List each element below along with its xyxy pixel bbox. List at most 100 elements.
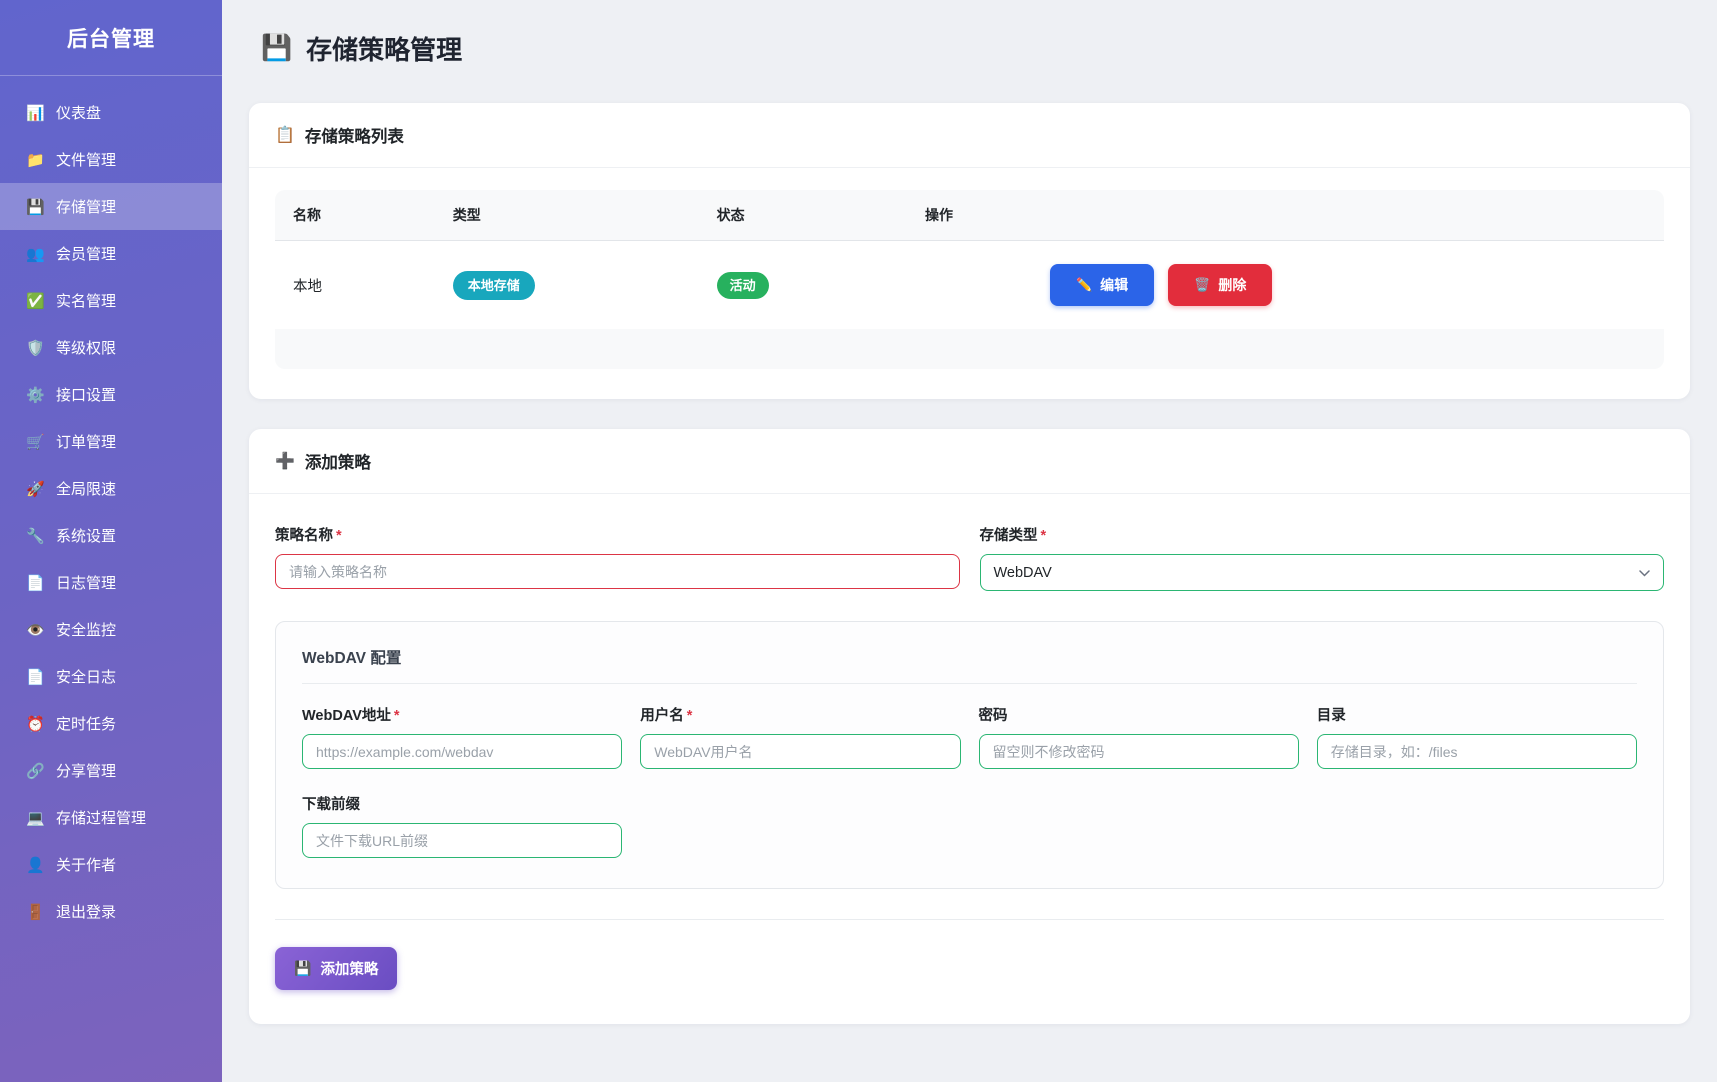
webdav-password-label: 密码 [979,704,1299,725]
sidebar-item-label: 全局限速 [56,478,116,499]
folder-icon: 📁 [26,151,45,169]
document-icon: 📄 [26,668,45,686]
sidebar-item-label: 文件管理 [56,149,116,170]
policy-name-label: 策略名称* [275,524,960,545]
policy-name-field: 策略名称* [275,524,960,591]
edit-button[interactable]: ✏️ 编辑 [1050,264,1154,306]
chart-icon: 📊 [26,104,45,122]
download-prefix-label: 下载前缀 [302,793,622,814]
pencil-icon: ✏️ [1076,277,1092,293]
row-actions: ✏️ 编辑 🗑️ 删除 [1050,264,1646,306]
required-asterisk: * [687,708,693,724]
add-policy-form: 策略名称* 存储类型* WebDAV WebDAV 配置 [249,494,1690,1024]
floppy-icon: 💾 [261,34,292,63]
check-icon: ✅ [26,292,45,310]
sidebar-item-label: 安全监控 [56,619,116,640]
sidebar-item-api-settings[interactable]: ⚙️ 接口设置 [0,371,222,418]
add-policy-title: 添加策略 [305,449,371,473]
sidebar-item-files[interactable]: 📁 文件管理 [0,136,222,183]
sidebar-item-label: 订单管理 [56,431,116,452]
policy-list-header: 📋 存储策略列表 [249,103,1690,168]
add-policy-header: ➕ 添加策略 [249,429,1690,494]
add-policy-button-label: 添加策略 [320,958,378,979]
webdav-directory-label: 目录 [1317,704,1637,725]
sidebar-item-members[interactable]: 👥 会员管理 [0,230,222,277]
policy-list-title: 存储策略列表 [305,123,404,147]
storage-type-field: 存储类型* WebDAV [980,524,1665,591]
webdav-address-input[interactable] [302,734,622,769]
sidebar-item-rate-limit[interactable]: 🚀 全局限速 [0,465,222,512]
sidebar: 后台管理 📊 仪表盘 📁 文件管理 💾 存储管理 👥 会员管理 ✅ 实名管理 🛡… [0,0,222,1082]
sidebar-item-label: 存储管理 [56,196,116,217]
sidebar-item-permissions[interactable]: 🛡️ 等级权限 [0,324,222,371]
add-policy-button[interactable]: 💾 添加策略 [275,947,397,990]
sidebar-item-stored-procedures[interactable]: 💻 存储过程管理 [0,794,222,841]
floppy-icon: 💾 [294,960,311,977]
storage-type-label: 存储类型* [980,524,1665,545]
webdav-directory-input[interactable] [1317,734,1637,769]
required-asterisk: * [394,708,400,724]
sidebar-item-system-settings[interactable]: 🔧 系统设置 [0,512,222,559]
laptop-icon: 💻 [26,809,45,827]
sidebar-item-security-logs[interactable]: 📄 安全日志 [0,653,222,700]
trash-icon: 🗑️ [1194,277,1210,293]
sidebar-item-label: 实名管理 [56,290,116,311]
sidebar-item-logs[interactable]: 📄 日志管理 [0,559,222,606]
webdav-config-section: WebDAV 配置 WebDAV地址* 用户名* 密码 [275,621,1664,889]
sidebar-item-about-author[interactable]: 👤 关于作者 [0,841,222,888]
add-policy-card: ➕ 添加策略 策略名称* 存储类型* WebDAV [249,429,1690,1024]
edit-button-label: 编辑 [1100,275,1128,295]
link-icon: 🔗 [26,762,45,780]
plus-icon: ➕ [275,451,295,471]
webdav-username-label: 用户名* [640,704,960,725]
storage-type-value: WebDAV [994,565,1052,581]
column-header-name: 名称 [275,190,435,241]
page-title-text: 存储策略管理 [306,30,462,67]
webdav-address-field: WebDAV地址* [302,704,622,769]
app-title: 后台管理 [0,0,222,76]
rocket-icon: 🚀 [26,480,45,498]
form-divider [275,919,1664,920]
users-icon: 👥 [26,245,45,263]
table-header-row: 名称 类型 状态 操作 [275,190,1664,241]
shield-icon: 🛡️ [26,339,45,357]
sidebar-item-label: 退出登录 [56,901,116,922]
webdav-username-field: 用户名* [640,704,960,769]
sidebar-item-storage[interactable]: 💾 存储管理 [0,183,222,230]
delete-button-label: 删除 [1218,275,1246,295]
sidebar-item-logout[interactable]: 🚪 退出登录 [0,888,222,935]
policy-name-input[interactable] [275,554,960,589]
webdav-directory-field: 目录 [1317,704,1637,769]
sidebar-item-label: 存储过程管理 [56,807,146,828]
eye-icon: 👁️ [26,621,45,639]
storage-type-select[interactable]: WebDAV [980,554,1665,591]
door-icon: 🚪 [26,903,45,921]
webdav-password-input[interactable] [979,734,1299,769]
download-prefix-field: 下载前缀 [302,793,622,858]
gear-icon: ⚙️ [26,386,45,404]
sidebar-item-label: 关于作者 [56,854,116,875]
sidebar-item-scheduled-tasks[interactable]: ⏰ 定时任务 [0,700,222,747]
sidebar-item-label: 系统设置 [56,525,116,546]
column-header-status: 状态 [699,190,907,241]
sidebar-item-label: 等级权限 [56,337,116,358]
type-badge: 本地存储 [453,271,535,300]
webdav-username-input[interactable] [640,734,960,769]
cart-icon: 🛒 [26,433,45,451]
sidebar-item-orders[interactable]: 🛒 订单管理 [0,418,222,465]
page-title: 💾 存储策略管理 [261,30,1690,67]
table-row: 本地 本地存储 活动 ✏️ 编辑 [275,241,1664,330]
policy-list-body: 名称 类型 状态 操作 本地 本地存储 [249,168,1690,399]
delete-button[interactable]: 🗑️ 删除 [1168,264,1272,306]
sidebar-item-security-monitor[interactable]: 👁️ 安全监控 [0,606,222,653]
sidebar-item-label: 仪表盘 [56,102,101,123]
sidebar-item-realname[interactable]: ✅ 实名管理 [0,277,222,324]
column-header-type: 类型 [435,190,699,241]
sidebar-item-dashboard[interactable]: 📊 仪表盘 [0,89,222,136]
person-icon: 👤 [26,856,45,874]
policy-list-card: 📋 存储策略列表 名称 类型 状态 操作 本地 [249,103,1690,399]
webdav-address-label: WebDAV地址* [302,704,622,725]
download-prefix-input[interactable] [302,823,622,858]
sidebar-item-shares[interactable]: 🔗 分享管理 [0,747,222,794]
alarm-clock-icon: ⏰ [26,715,45,733]
